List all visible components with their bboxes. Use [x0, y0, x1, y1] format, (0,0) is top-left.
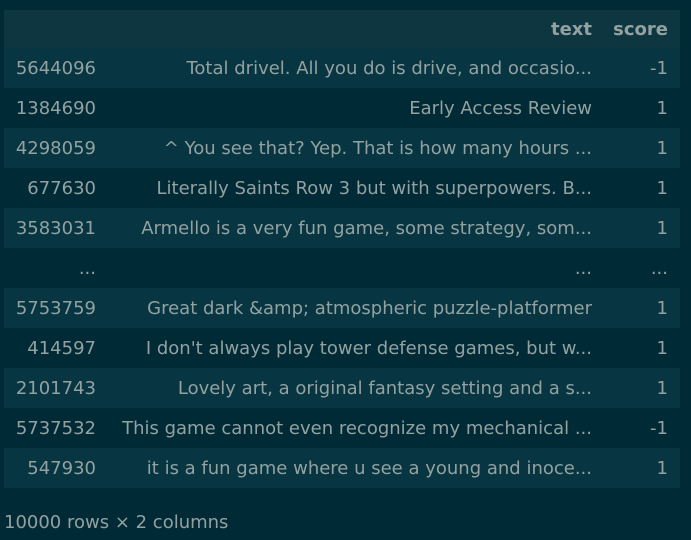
- cell-score: 1: [592, 448, 680, 488]
- row-index: 2101743: [4, 368, 96, 408]
- row-index: 4298059: [4, 128, 96, 168]
- cell-text: I don't always play tower defense games,…: [96, 328, 592, 368]
- cell-text: This game cannot even recognize my mecha…: [96, 408, 592, 448]
- table-row: 5644096 Total drivel. All you do is driv…: [4, 48, 680, 88]
- column-header-text: text: [96, 10, 592, 48]
- cell-score: -1: [592, 408, 680, 448]
- cell-text: ^ You see that? Yep. That is how many ho…: [96, 128, 592, 168]
- cell-score: 1: [592, 168, 680, 208]
- cell-text: Great dark &amp; atmospheric puzzle-plat…: [96, 288, 592, 328]
- cell-text: Early Access Review: [96, 88, 592, 128]
- cell-score: 1: [592, 128, 680, 168]
- cell-score: 1: [592, 288, 680, 328]
- header-row: text score: [4, 10, 680, 48]
- cell-score: ...: [592, 248, 680, 288]
- dataframe-dimensions: 10000 rows × 2 columns: [4, 512, 229, 533]
- row-index: 677630: [4, 168, 96, 208]
- table-row: 2101743 Lovely art, a original fantasy s…: [4, 368, 680, 408]
- dataframe-table: text score 5644096 Total drivel. All you…: [4, 10, 680, 488]
- cell-score: -1: [592, 48, 680, 88]
- cell-score: 1: [592, 208, 680, 248]
- table-row: 677630 Literally Saints Row 3 but with s…: [4, 168, 680, 208]
- row-index: 547930: [4, 448, 96, 488]
- column-header-score: score: [592, 10, 680, 48]
- row-index: 1384690: [4, 88, 96, 128]
- cell-text: Armello is a very fun game, some strateg…: [96, 208, 592, 248]
- dataframe-output: text score 5644096 Total drivel. All you…: [0, 0, 691, 540]
- cell-text: ...: [96, 248, 592, 288]
- cell-text: Total drivel. All you do is drive, and o…: [96, 48, 592, 88]
- table-row: 414597 I don't always play tower defense…: [4, 328, 680, 368]
- table-row: 5753759 Great dark &amp; atmospheric puz…: [4, 288, 680, 328]
- row-index: 5737532: [4, 408, 96, 448]
- table-row: 4298059 ^ You see that? Yep. That is how…: [4, 128, 680, 168]
- row-index: 5753759: [4, 288, 96, 328]
- header-index: [4, 10, 96, 48]
- row-index: 414597: [4, 328, 96, 368]
- cell-text: it is a fun game where u see a young and…: [96, 448, 592, 488]
- table-row: 3583031 Armello is a very fun game, some…: [4, 208, 680, 248]
- cell-score: 1: [592, 88, 680, 128]
- row-index: 5644096: [4, 48, 96, 88]
- cell-text: Lovely art, a original fantasy setting a…: [96, 368, 592, 408]
- cell-score: 1: [592, 328, 680, 368]
- table-row-ellipsis: ... ... ...: [4, 248, 680, 288]
- row-index: ...: [4, 248, 96, 288]
- table-row: 5737532 This game cannot even recognize …: [4, 408, 680, 448]
- table-row: 547930 it is a fun game where u see a yo…: [4, 448, 680, 488]
- table-row: 1384690 Early Access Review 1: [4, 88, 680, 128]
- cell-score: 1: [592, 368, 680, 408]
- row-index: 3583031: [4, 208, 96, 248]
- cell-text: Literally Saints Row 3 but with superpow…: [96, 168, 592, 208]
